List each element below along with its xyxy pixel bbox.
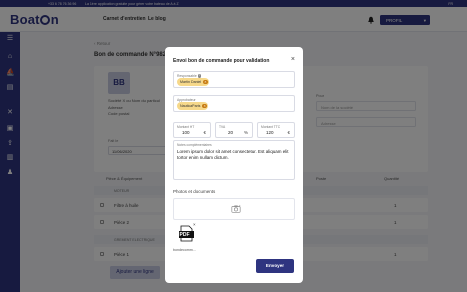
approver-field[interactable]: Approbateur NauticaParis × (173, 95, 295, 112)
amount-ttc-value: 120 (266, 130, 274, 135)
approver-chip-label: NauticaParis (180, 104, 201, 108)
approver-chip[interactable]: NauticaParis × (177, 102, 209, 110)
send-order-modal: Envoi bon de commande pour validation × … (165, 47, 303, 283)
upload-dropzone[interactable]: + (173, 198, 295, 220)
percent-unit: % (243, 130, 248, 135)
notes-label: Notes complémentaires (177, 143, 212, 147)
euro-unit: € (287, 130, 290, 135)
responsible-label-text: Responsable (177, 73, 197, 78)
amount-ttc-field[interactable]: Montant TTC 120 € (257, 122, 295, 138)
pdf-badge: PDF (179, 232, 190, 238)
send-button[interactable]: Envoyer (256, 259, 294, 273)
svg-text:+: + (239, 204, 241, 208)
remove-chip-icon[interactable]: × (202, 103, 207, 108)
amount-ht-label: Montant HT (177, 124, 195, 129)
info-icon[interactable]: i (197, 74, 202, 78)
amount-ht-field[interactable]: Montant HT 100 € (173, 122, 211, 138)
approver-label: Approbateur (177, 97, 196, 102)
camera-icon: + (231, 204, 241, 213)
responsible-chip-label: Martin Daniel (180, 80, 202, 84)
amount-ttc-label: Montant TTC (261, 124, 281, 129)
responsible-chip[interactable]: Martin Daniel × (177, 78, 210, 86)
attachment-name: bondecomm... (173, 248, 196, 252)
notes-text: Lorem ipsum dolor sit amet consectetur. … (177, 149, 289, 160)
euro-unit: € (203, 130, 206, 135)
modal-title: Envoi bon de commande pour validation (173, 58, 270, 64)
notes-textarea[interactable]: Notes complémentaires Lorem ipsum dolor … (173, 140, 295, 180)
remove-chip-icon[interactable]: × (203, 79, 208, 84)
close-icon[interactable]: × (291, 56, 295, 63)
amount-ht-value: 100 (182, 130, 190, 135)
tva-label: TVA (219, 124, 226, 129)
responsible-field[interactable]: Responsable i Martin Daniel × (173, 71, 295, 88)
tva-value: 20 (228, 130, 234, 135)
photos-label: Photos et documents (173, 189, 216, 194)
responsible-label: Responsable i (177, 73, 202, 78)
tva-field[interactable]: TVA 20 % (215, 122, 253, 138)
remove-attachment-icon[interactable]: × (193, 222, 196, 227)
